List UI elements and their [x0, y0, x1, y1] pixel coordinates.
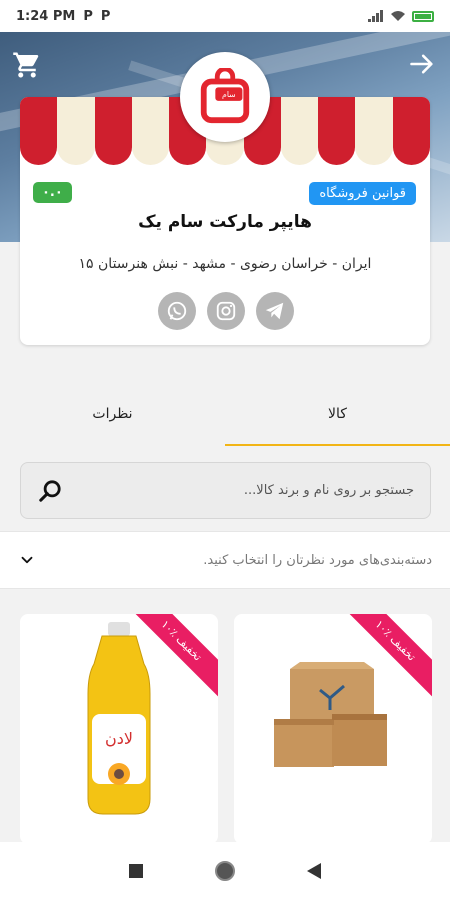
- circle-icon[interactable]: [214, 860, 236, 882]
- wifi-icon: [391, 11, 405, 21]
- product-card[interactable]: لادن ۱۰٪ تخفیف: [20, 614, 218, 844]
- logo-icon: سام: [200, 68, 250, 124]
- category-selector[interactable]: دسته‌بندی‌های مورد نظرتان را انتخاب کنید…: [0, 531, 450, 589]
- instagram-icon[interactable]: [207, 292, 245, 330]
- status-left: 1:24 PM P P: [16, 9, 110, 24]
- chevron-down-icon: [21, 556, 33, 564]
- logo-text: سام: [222, 90, 236, 99]
- tabs: نظرات کالا: [0, 382, 450, 446]
- system-nav-bar: [0, 842, 450, 900]
- category-prompt: دسته‌بندی‌های مورد نظرتان را انتخاب کنید…: [203, 552, 432, 568]
- product-grid: لادن ۱۰٪ تخفیف ۱۰٪ تخفیف: [20, 614, 432, 844]
- search-input[interactable]: [63, 483, 414, 498]
- social-links: [158, 292, 294, 330]
- search-box: [20, 462, 431, 519]
- search-icon[interactable]: [37, 478, 63, 504]
- tab-comments[interactable]: نظرات: [0, 382, 225, 446]
- product-card[interactable]: ۱۰٪ تخفیف: [234, 614, 432, 844]
- status-time: 1:24 PM: [16, 8, 76, 24]
- tab-products[interactable]: کالا: [225, 382, 450, 446]
- triangle-back-icon[interactable]: [306, 862, 322, 880]
- store-rules-button[interactable]: قوانین فروشگاه: [309, 182, 416, 205]
- whatsapp-icon[interactable]: [158, 292, 196, 330]
- square-icon[interactable]: [128, 863, 144, 879]
- rating-badge: ۰.۰: [33, 182, 72, 203]
- status-bar: 1:24 PM P P: [0, 0, 450, 32]
- store-name: هایپر مارکت سام یک: [138, 212, 312, 232]
- parking-icon: P: [100, 8, 111, 24]
- battery-icon: [412, 10, 434, 22]
- store-logo: سام: [180, 52, 270, 142]
- store-address: ایران - خراسان رضوی - مشهد - نبش هنرستان…: [78, 256, 372, 272]
- telegram-icon[interactable]: [256, 292, 294, 330]
- svg-text:لادن: لادن: [105, 729, 133, 748]
- status-right: [368, 10, 434, 22]
- signal-icon: [368, 10, 383, 22]
- arrow-right-icon[interactable]: [408, 50, 436, 78]
- parking-icon: P: [83, 8, 93, 24]
- cart-icon[interactable]: [12, 50, 42, 80]
